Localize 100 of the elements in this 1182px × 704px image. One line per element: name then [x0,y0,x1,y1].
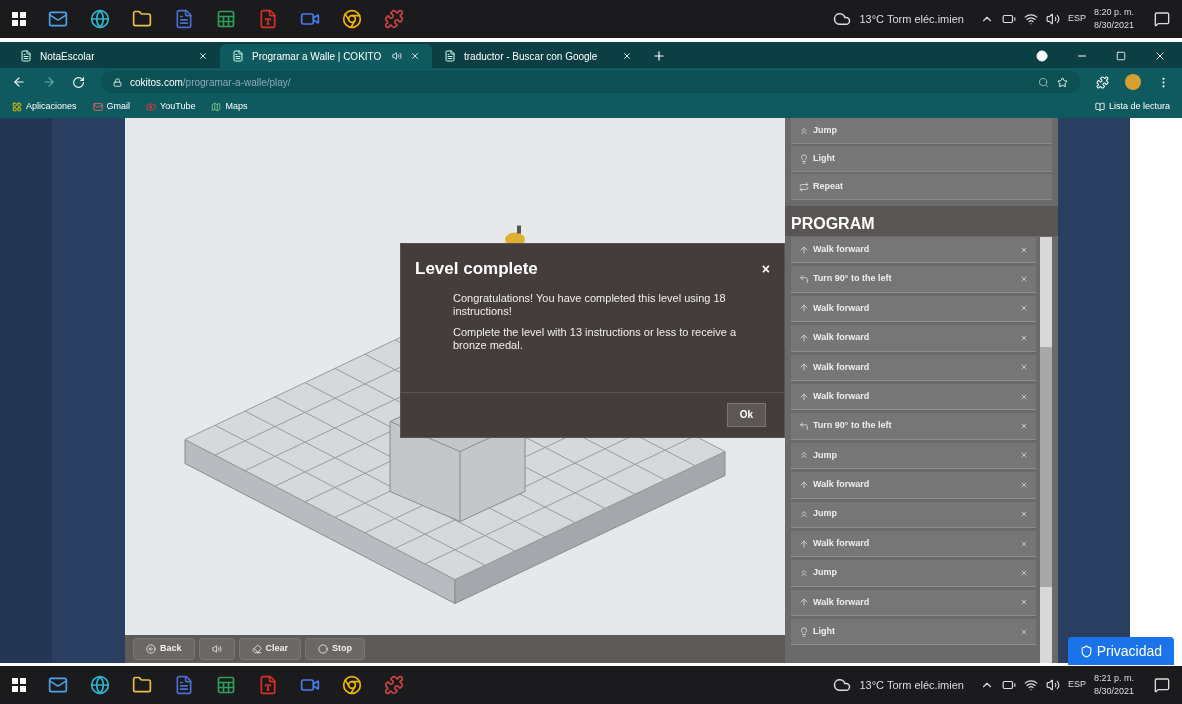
speaker-icon[interactable] [1045,678,1060,692]
delete-icon[interactable] [1020,451,1028,460]
spreadsheet-icon[interactable] [216,9,236,29]
mail-icon[interactable] [48,9,68,29]
bookmark-link[interactable]: Maps [211,100,248,114]
windows-logo-icon[interactable] [12,678,26,692]
mail-icon[interactable] [48,675,68,695]
document-icon[interactable] [174,675,194,695]
program-block[interactable]: Turn 90° to the left [791,413,1036,440]
toolbar-button[interactable]: Stop [305,638,366,660]
program-block[interactable]: Walk forward [791,383,1036,411]
delete-icon[interactable] [1020,510,1028,519]
address-field[interactable]: cokitos.com/programar-a-walle/play/ [101,71,1080,93]
weather-text[interactable]: 13°C Torm eléc.imien [859,10,964,28]
privacy-button[interactable]: Privacidad [1067,637,1174,665]
star-icon[interactable] [1057,76,1068,88]
program-block[interactable]: Jump [791,442,1036,470]
speaker-icon[interactable] [1045,12,1060,26]
toolbar-button[interactable]: Clear [238,638,302,660]
delete-icon[interactable] [1020,275,1028,284]
bookmark-link[interactable]: Aplicaciones [12,100,77,114]
program-block[interactable]: Walk forward [791,472,1036,499]
globe-icon[interactable] [90,675,110,695]
zoom-icon[interactable] [1038,76,1049,88]
command-block[interactable]: Light [791,146,1052,172]
profile-icon[interactable] [1036,50,1048,62]
pdf-file-icon[interactable] [258,675,278,695]
new-tab-icon[interactable] [652,49,666,63]
extension-icon[interactable] [1096,75,1109,89]
folder-icon[interactable] [132,9,152,29]
browser-tab[interactable]: Programar a Walle | COKITO [220,44,432,68]
close-icon[interactable] [198,51,208,61]
close-icon[interactable] [410,51,420,61]
clock-time[interactable]: 8:20 p. m. [1093,6,1134,19]
puzzle-icon[interactable] [384,9,404,29]
avatar-icon[interactable] [1125,74,1141,90]
language-indicator[interactable]: ESP [1067,12,1086,26]
clock-time[interactable]: 8:21 p. m. [1093,672,1134,685]
program-block[interactable]: Walk forward [791,589,1036,617]
delete-icon[interactable] [1020,598,1028,607]
delete-icon[interactable] [1020,480,1028,489]
notification-icon[interactable] [1154,11,1170,27]
browser-tab[interactable]: NotaEscolar [8,44,220,68]
wifi-icon[interactable] [1023,12,1038,26]
globe-icon[interactable] [90,9,110,29]
clock-date[interactable]: 8/30/2021 [1093,685,1134,698]
document-icon[interactable] [174,9,194,29]
battery-icon[interactable] [1001,678,1016,692]
arrow-up-icon [799,538,809,549]
program-block[interactable]: Walk forward [791,530,1036,558]
arrow-up-icon [799,362,809,373]
program-block[interactable]: Walk forward [791,354,1036,381]
pdf-file-icon[interactable] [258,9,278,29]
reading-list-link[interactable]: Lista de lectura [1094,100,1170,114]
close-button[interactable]: × [761,261,770,276]
reload-icon[interactable] [72,75,85,89]
spreadsheet-icon[interactable] [216,675,236,695]
program-block[interactable]: Walk forward [791,295,1036,323]
battery-icon[interactable] [1001,12,1016,26]
weather-text[interactable]: 13°C Torm eléc.imien [859,676,964,694]
browser-icon[interactable] [342,675,362,695]
language-indicator[interactable]: ESP [1067,678,1086,692]
delete-icon[interactable] [1020,304,1028,313]
program-block[interactable]: Jump [791,560,1036,587]
browser-icon[interactable] [342,9,362,29]
browser-tab[interactable]: traductor - Buscar con Google [432,44,644,68]
close-icon[interactable] [1154,50,1166,62]
puzzle-icon[interactable] [384,675,404,695]
maximize-icon[interactable] [1116,51,1126,61]
program-block[interactable]: Walk forward [791,325,1036,352]
delete-icon[interactable] [1020,245,1028,254]
windows-logo-icon[interactable] [12,12,26,26]
delete-icon[interactable] [1020,422,1028,431]
command-block[interactable]: Jump [791,118,1052,144]
delete-icon[interactable] [1020,569,1028,577]
program-block[interactable]: Light [791,619,1036,646]
delete-icon[interactable] [1020,363,1028,372]
notification-icon[interactable] [1154,677,1170,693]
program-block[interactable]: Turn 90° to the left [791,266,1036,293]
wifi-icon[interactable] [1023,678,1038,692]
program-block[interactable]: Walk forward [791,237,1036,264]
delete-icon[interactable] [1020,539,1028,548]
delete-icon[interactable] [1020,333,1028,342]
delete-icon[interactable] [1020,627,1028,636]
toolbar-button[interactable] [198,638,235,660]
bookmark-link[interactable]: Gmail [92,100,131,114]
folder-icon[interactable] [132,675,152,695]
program-block[interactable]: Jump [791,501,1036,528]
back-arrow-icon[interactable] [12,75,26,89]
command-block[interactable]: Repeat [791,174,1052,200]
ok-button[interactable]: Ok [726,402,766,427]
toolbar-button[interactable]: Back [133,638,195,660]
bookmark-link[interactable]: YouTube [146,100,196,114]
scrollbar[interactable] [1040,237,1052,663]
forward-arrow-icon[interactable] [42,75,56,89]
delete-icon[interactable] [1020,392,1028,401]
speaker-icon[interactable] [392,51,402,61]
cloud-icon [833,10,852,28]
close-icon[interactable] [622,51,632,61]
clock-date[interactable]: 8/30/2021 [1093,19,1134,32]
